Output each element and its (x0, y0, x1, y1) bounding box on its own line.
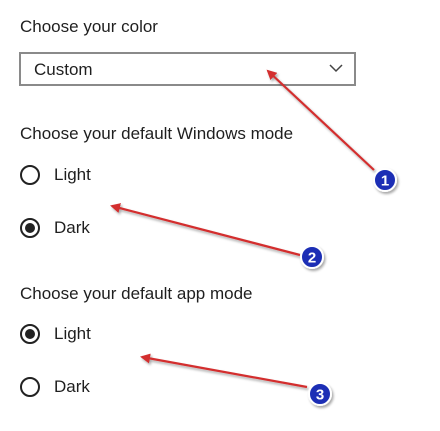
annotation-badge-1: 1 (373, 168, 397, 192)
windows-mode-light-label: Light (54, 165, 91, 184)
app-mode-dark-radio[interactable] (20, 377, 40, 397)
annotation-badge-2-label: 2 (308, 250, 316, 267)
annotation-badge-3-label: 3 (316, 387, 324, 404)
windows-mode-dark-label: Dark (54, 218, 90, 237)
color-dropdown[interactable]: Custom (19, 52, 356, 86)
personalization-colors-page: Choose your color Custom Choose your def… (0, 0, 440, 431)
app-mode-light-radio[interactable] (20, 324, 40, 344)
windows-mode-dark-option[interactable]: Dark (20, 214, 90, 242)
app-mode-heading: Choose your default app mode (20, 284, 253, 303)
windows-mode-light-radio[interactable] (20, 165, 40, 185)
annotation-arrow-3 (140, 353, 308, 389)
color-dropdown-value: Custom (34, 60, 93, 79)
annotation-arrow-2 (110, 203, 301, 257)
annotation-badge-3: 3 (308, 382, 332, 406)
annotation-badge-1-label: 1 (381, 173, 389, 190)
choose-color-heading: Choose your color (20, 17, 158, 36)
app-mode-dark-option[interactable]: Dark (20, 373, 90, 401)
app-mode-light-option[interactable]: Light (20, 320, 91, 348)
windows-mode-heading: Choose your default Windows mode (20, 124, 294, 143)
chevron-down-icon (329, 64, 343, 73)
annotation-badge-2: 2 (300, 245, 324, 269)
windows-mode-light-option[interactable]: Light (20, 161, 91, 189)
windows-mode-dark-radio[interactable] (20, 218, 40, 238)
app-mode-dark-label: Dark (54, 377, 90, 396)
app-mode-light-label: Light (54, 324, 91, 343)
